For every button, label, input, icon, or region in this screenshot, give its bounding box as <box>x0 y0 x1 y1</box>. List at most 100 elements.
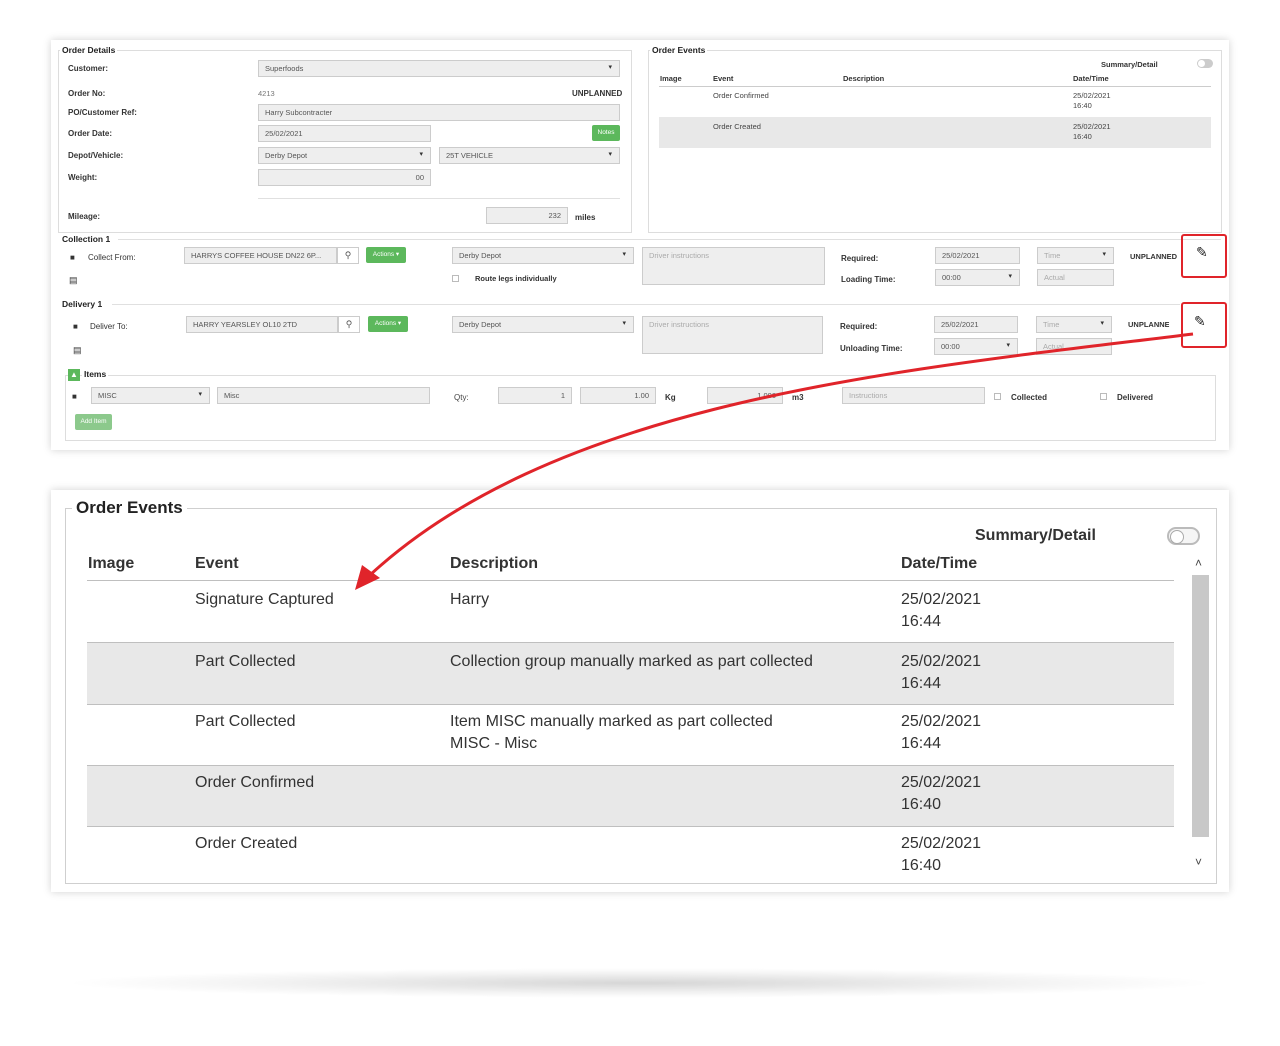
delivery-required-date[interactable]: 25/02/2021 <box>934 316 1018 333</box>
delivery-depot-select[interactable]: Derby Depot ▾ <box>452 316 634 333</box>
event-time: 16:44 <box>901 675 942 692</box>
delivery-depot-value: Derby Depot <box>459 320 502 329</box>
collected-checkbox[interactable] <box>994 393 1001 400</box>
small-event-name: Order Confirmed <box>713 91 769 100</box>
chevron-down-icon: ▾ <box>608 64 612 71</box>
calendar-icon[interactable]: ▤ <box>73 345 82 356</box>
event-row: Order Created 25/02/2021 16:40 <box>87 826 1174 876</box>
event-date: 25/02/2021 <box>901 713 982 730</box>
event-date: 25/02/2021 <box>901 653 982 670</box>
po-input[interactable]: Harry Subcontracter <box>258 104 620 121</box>
header-event: Event <box>195 555 239 572</box>
collection-time-select[interactable]: Time ▾ <box>1037 247 1114 264</box>
event-time: 16:40 <box>901 796 942 813</box>
unloading-time-select[interactable]: 00:00 ▾ <box>934 338 1018 355</box>
header-description: Description <box>450 555 539 572</box>
item-instructions-input[interactable]: Instructions <box>842 387 985 404</box>
weight-input[interactable]: 00 <box>258 169 431 186</box>
collected-label: Collected <box>1011 393 1048 402</box>
small-header-image: Image <box>660 74 682 83</box>
item-type-select[interactable]: MISC ▾ <box>91 387 210 404</box>
event-row: Order Confirmed 25/02/2021 16:40 <box>87 765 1174 827</box>
small-event-date: 25/02/2021 <box>1073 122 1111 131</box>
item-description-input[interactable]: Misc <box>217 387 430 404</box>
collapse-icon[interactable]: ▲ <box>68 369 80 381</box>
pencil-icon[interactable]: ✎ <box>1194 313 1206 330</box>
collection-depot-select[interactable]: Derby Depot ▾ <box>452 247 634 264</box>
vehicle-value: 25T VEHICLE <box>446 151 493 160</box>
small-event-row: Order Created 25/02/2021 16:40 <box>659 117 1211 148</box>
deliver-to-label: Deliver To: <box>90 322 128 331</box>
route-legs-checkbox[interactable] <box>452 275 459 282</box>
search-icon[interactable]: ⚲ <box>338 316 360 333</box>
delivery-legend: Delivery 1 <box>60 299 105 309</box>
event-name: Order Confirmed <box>195 774 315 791</box>
collection-actions-button[interactable]: Actions ▾ <box>366 247 406 263</box>
loading-time-select[interactable]: 00:00 ▾ <box>935 269 1020 286</box>
small-event-time: 16:40 <box>1073 101 1092 110</box>
mileage-unit: miles <box>575 213 596 222</box>
trash-icon[interactable]: ■ <box>73 322 78 331</box>
vehicle-select[interactable]: 25T VEHICLE ▾ <box>439 147 620 164</box>
depot-select[interactable]: Derby Depot ▾ <box>258 147 431 164</box>
small-summary-detail-toggle[interactable] <box>1197 59 1213 68</box>
items-legend: Items <box>82 369 109 379</box>
chevron-down-icon: ▾ <box>1008 273 1012 280</box>
unloading-time-value: 00:00 <box>941 342 960 351</box>
notes-button[interactable]: Notes <box>592 125 620 141</box>
calendar-icon[interactable]: ▤ <box>69 275 78 286</box>
item-volume-input[interactable]: 1.000 <box>707 387 783 404</box>
collection-required-label: Required: <box>841 254 879 263</box>
pencil-icon[interactable]: ✎ <box>1196 244 1208 261</box>
loading-time-label: Loading Time: <box>841 275 896 284</box>
collection-depot-value: Derby Depot <box>459 251 502 260</box>
volume-unit: m3 <box>792 393 804 402</box>
order-status: UNPLANNED <box>572 89 623 98</box>
qty-input[interactable]: 1 <box>498 387 572 404</box>
mileage-label: Mileage: <box>68 212 101 221</box>
chevron-down-icon: ▾ <box>1102 251 1106 258</box>
collection-required-date[interactable]: 25/02/2021 <box>935 247 1020 264</box>
weight-label: Weight: <box>68 173 98 182</box>
customer-value: Superfoods <box>265 64 304 73</box>
loading-time-value: 00:00 <box>942 273 961 282</box>
event-date: 25/02/2021 <box>901 835 982 852</box>
event-name: Signature Captured <box>195 591 334 608</box>
item-type-value: MISC <box>98 391 117 400</box>
delivery-actions-button[interactable]: Actions ▾ <box>368 316 408 332</box>
add-item-button[interactable]: Add Item <box>75 414 112 430</box>
order-no-value: 4213 <box>258 89 275 98</box>
chevron-down-icon[interactable]: ˅ <box>1195 855 1202 869</box>
event-date: 25/02/2021 <box>901 591 982 608</box>
small-header-datetime: Date/Time <box>1073 74 1109 83</box>
chevron-up-icon[interactable]: ˄ <box>1195 556 1202 570</box>
collect-from-input[interactable]: HARRYS COFFEE HOUSE DN22 6P... <box>184 247 337 264</box>
deliver-to-input[interactable]: HARRY YEARSLEY OL10 2TD <box>186 316 338 333</box>
item-weight-input[interactable]: 1.00 <box>580 387 656 404</box>
customer-select[interactable]: Superfoods ▾ <box>258 60 620 77</box>
event-row: Part Collected Collection group manually… <box>87 642 1174 704</box>
order-date-input[interactable]: 25/02/2021 <box>258 125 431 142</box>
trash-icon[interactable]: ■ <box>72 392 77 401</box>
delivery-driver-instructions[interactable]: Driver instructions <box>642 316 823 354</box>
delivery-status: UNPLANNED <box>1128 320 1176 329</box>
scrollbar-thumb[interactable] <box>1192 575 1209 837</box>
event-name: Part Collected <box>195 713 296 730</box>
mileage-input[interactable]: 232 <box>486 207 568 224</box>
header-image: Image <box>88 555 135 572</box>
event-description: Harry <box>450 591 490 608</box>
chevron-down-icon: ▾ <box>622 320 626 327</box>
collection-legend: Collection 1 <box>60 234 113 244</box>
event-name: Part Collected <box>195 653 296 670</box>
search-icon[interactable]: ⚲ <box>337 247 359 264</box>
chevron-down-icon: ▾ <box>198 391 202 398</box>
summary-detail-toggle[interactable] <box>1167 527 1200 545</box>
trash-icon[interactable]: ■ <box>70 253 75 262</box>
delivery-time-select[interactable]: Time ▾ <box>1036 316 1112 333</box>
delivered-checkbox[interactable] <box>1100 393 1107 400</box>
delivery-actual-input[interactable]: Actual <box>1036 338 1112 355</box>
collection-actual-input[interactable]: Actual <box>1037 269 1114 286</box>
collection-driver-instructions[interactable]: Driver instructions <box>642 247 825 285</box>
chevron-down-icon: ▾ <box>608 151 612 158</box>
collect-from-label: Collect From: <box>88 253 136 262</box>
